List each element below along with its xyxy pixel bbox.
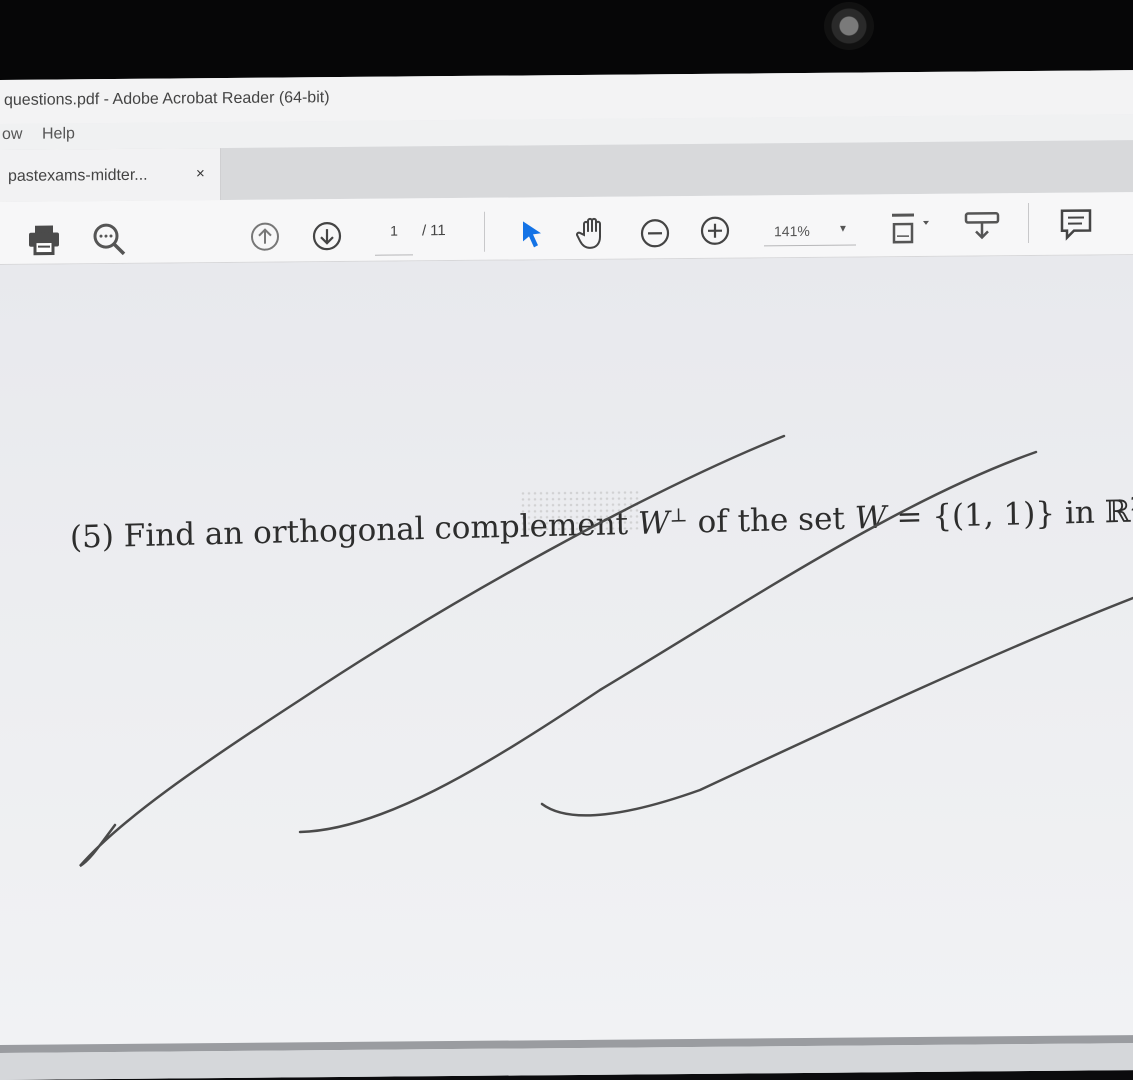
scribble-stroke: [298, 450, 1038, 834]
scribble-stroke: [79, 434, 786, 868]
scribble-stroke: [540, 596, 1133, 817]
pen-scribble-overlay: [79, 434, 1133, 868]
